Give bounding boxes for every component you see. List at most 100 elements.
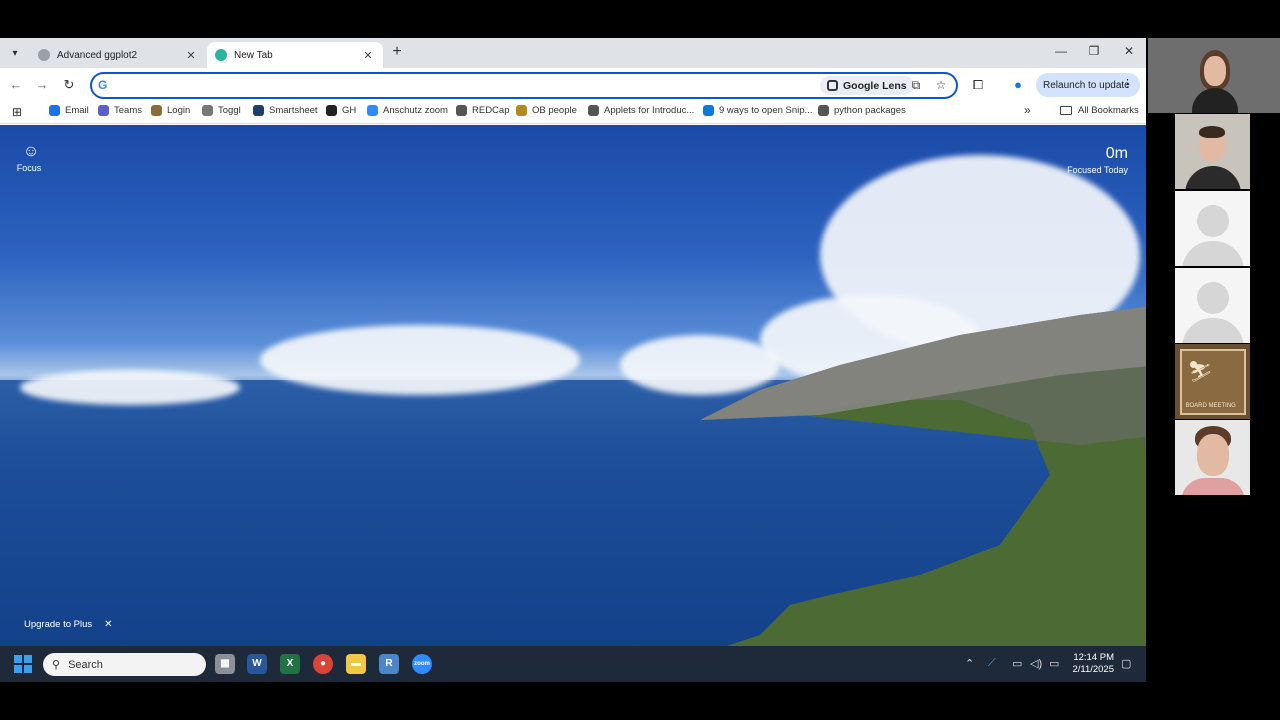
taskbar-search[interactable]: ⚲ Search	[43, 653, 206, 676]
bookmark-favicon-icon	[456, 105, 467, 116]
new-tab-favicon-icon	[215, 49, 227, 61]
install-app-icon[interactable]: ⧉	[908, 78, 924, 93]
bookmark-favicon-icon	[253, 105, 264, 116]
focus-head-icon: ☺	[22, 143, 40, 160]
search-icon: ⚲	[52, 659, 61, 671]
google-lens-label: Google Lens	[843, 79, 907, 92]
bookmark-favicon-icon	[202, 105, 213, 116]
profile-icon[interactable]: ●	[1009, 77, 1027, 92]
more-bookmarks-icon[interactable]: »	[1024, 103, 1031, 117]
participant-video	[1175, 420, 1250, 495]
bookmark-label: Applets for Introduc...	[604, 105, 695, 116]
chrome-icon[interactable]: ●	[313, 654, 333, 674]
tab-search-icon[interactable]: ▾	[6, 44, 24, 62]
reload-icon[interactable]: ↻	[60, 76, 78, 94]
windows-taskbar: ⚲ Search ▦ W X ● ▬ Rzoom ⌃ ⟋ ▭ ◁) ▭ 12:14 PM …	[0, 646, 1146, 682]
bookmark-item[interactable]: 9 ways to open Snip...	[703, 105, 812, 116]
r-app-icon[interactable]: R	[379, 654, 399, 674]
focus-label: Focus	[16, 163, 42, 173]
more-menu-icon[interactable]: ⋮	[1122, 77, 1133, 90]
participant-video	[1175, 114, 1250, 189]
back-icon[interactable]: ←	[7, 76, 25, 94]
extensions-icon[interactable]: ⧠	[969, 77, 987, 93]
participant-logo: ⛷ BOARD MEETING	[1175, 344, 1250, 419]
globe-icon	[38, 49, 50, 61]
bookmark-item[interactable]: Login	[151, 105, 190, 116]
google-lens-button[interactable]: Google Lens	[820, 76, 914, 95]
focused-today-widget: 0m Focused Today	[1067, 145, 1128, 175]
new-tab-button[interactable]: +	[388, 44, 406, 62]
show-hidden-icons-icon[interactable]: ⌃	[965, 657, 974, 670]
notifications-icon[interactable]: ▢	[1121, 657, 1131, 670]
minimize-icon[interactable]: —	[1051, 44, 1071, 58]
participant-hair	[1199, 126, 1225, 138]
tab-advanced-ggplot2[interactable]: Advanced ggplot2 ✕	[30, 42, 206, 68]
battery-icon[interactable]: ▭	[1049, 657, 1059, 670]
mountain-skier-icon: ⛷	[1187, 360, 1213, 383]
bookmark-label: Email	[65, 105, 89, 116]
participant-body	[1192, 88, 1238, 113]
system-clock[interactable]: 12:14 PM 2/11/2025	[1070, 652, 1114, 676]
windows-start-icon[interactable]	[14, 655, 32, 673]
address-bar[interactable]: G Google Lens ⧉ ☆	[90, 72, 958, 99]
focus-button[interactable]: ☺ Focus	[17, 143, 44, 173]
close-window-icon[interactable]: ✕	[1119, 44, 1139, 58]
browser-toolbar: ← → ↻ G Google Lens ⧉ ☆ ⧠ ● Relaunch to …	[0, 68, 1146, 102]
bookmark-favicon-icon	[516, 105, 527, 116]
bookmark-star-icon[interactable]: ☆	[933, 78, 949, 92]
file-manager-icon[interactable]: ▦	[215, 654, 235, 674]
avatar-head	[1197, 205, 1229, 237]
bookmark-label: 9 ways to open Snip...	[719, 105, 813, 116]
volume-icon[interactable]: ◁)	[1030, 657, 1042, 670]
bookmark-favicon-icon	[49, 105, 60, 116]
screen: ▾ Advanced ggplot2 ✕ New Tab ✕ + — ❐ ✕ ←…	[0, 0, 1280, 720]
bookmark-item[interactable]: Toggl	[202, 105, 241, 116]
lens-icon	[827, 80, 838, 91]
bookmark-label: Anschutz zoom	[383, 105, 448, 116]
browser-window: ▾ Advanced ggplot2 ✕ New Tab ✕ + — ❐ ✕ ←…	[0, 38, 1146, 646]
all-bookmarks-button[interactable]: All Bookmarks	[1060, 105, 1139, 116]
network-status-icon[interactable]: ⟋	[988, 657, 996, 670]
bookmark-item[interactable]: Email	[49, 105, 89, 116]
forward-icon[interactable]: →	[33, 76, 51, 94]
word-icon[interactable]: W	[247, 654, 267, 674]
close-tab-icon[interactable]: ✕	[184, 49, 198, 62]
folder-icon	[1060, 106, 1072, 115]
bookmark-item[interactable]: Teams	[98, 105, 142, 116]
focused-today-label: Focused Today	[1067, 165, 1128, 175]
bookmark-favicon-icon	[98, 105, 109, 116]
upgrade-banner[interactable]: Upgrade to Plus ✕	[24, 619, 113, 630]
google-icon: G	[98, 78, 108, 92]
display-icon[interactable]: ▭	[1012, 657, 1022, 670]
avatar-head	[1197, 282, 1229, 314]
zoom-icon[interactable]: zoom	[412, 654, 432, 674]
bookmark-label: python packages	[834, 105, 906, 116]
address-input[interactable]	[116, 77, 796, 95]
file-explorer-icon[interactable]: ▬	[346, 654, 366, 674]
bookmark-item[interactable]: GH	[326, 105, 356, 116]
bookmark-item[interactable]: REDCap	[456, 105, 510, 116]
participant-placeholder-avatar	[1175, 191, 1250, 266]
bookmark-item[interactable]: python packages	[818, 105, 906, 116]
tab-new-tab[interactable]: New Tab ✕	[207, 42, 383, 68]
bookmark-favicon-icon	[151, 105, 162, 116]
close-tab-icon[interactable]: ✕	[361, 49, 375, 62]
excel-icon[interactable]: X	[280, 654, 300, 674]
coastline-image	[700, 306, 1146, 646]
bookmark-item[interactable]: Smartsheet	[253, 105, 318, 116]
board-meeting-logo: ⛷ BOARD MEETING	[1179, 348, 1246, 415]
participant-face	[1197, 434, 1229, 476]
restore-icon[interactable]: ❐	[1084, 44, 1104, 58]
bookmark-item[interactable]: OB people	[516, 105, 577, 116]
close-upgrade-icon[interactable]: ✕	[104, 619, 112, 630]
participant-face	[1204, 56, 1226, 86]
bookmark-label: OB people	[532, 105, 577, 116]
apps-grid-icon[interactable]: ⊞	[12, 105, 22, 119]
avatar-body	[1182, 241, 1244, 266]
relaunch-label: Relaunch to update	[1043, 79, 1130, 91]
relaunch-to-update-button[interactable]: Relaunch to update ⋮	[1036, 73, 1140, 97]
bookmark-item[interactable]: Applets for Introduc...	[588, 105, 694, 116]
bookmark-label: Toggl	[218, 105, 241, 116]
taskbar-search-label: Search	[68, 658, 103, 671]
bookmark-item[interactable]: Anschutz zoom	[367, 105, 448, 116]
